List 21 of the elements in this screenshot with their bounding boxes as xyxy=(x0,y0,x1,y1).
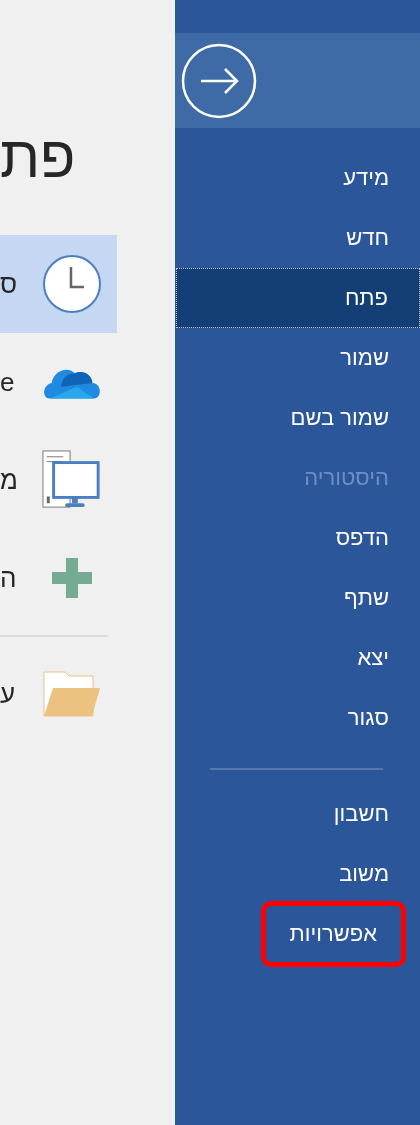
page-title: פת xyxy=(0,128,76,186)
menu-item[interactable]: חדש xyxy=(329,209,406,267)
clock-icon xyxy=(42,254,102,314)
menu-item[interactable]: יצא xyxy=(340,629,406,687)
plus-icon xyxy=(52,558,92,598)
computer-icon xyxy=(42,449,102,511)
folder-icon xyxy=(43,670,101,718)
menu-item[interactable]: אפשרויות xyxy=(260,901,406,967)
menu-item[interactable]: מידע xyxy=(326,149,406,207)
menu-item[interactable]: סגור xyxy=(330,689,406,747)
location-item[interactable]: ה xyxy=(0,529,117,627)
location-item[interactable]: מ xyxy=(0,431,117,529)
menu-item[interactable]: שמור בשם xyxy=(273,389,406,447)
location-item[interactable]: ע xyxy=(0,645,117,743)
menu-item[interactable]: שתף xyxy=(327,569,406,627)
location-item[interactable]: e xyxy=(0,333,117,431)
menu-item[interactable]: הדפס xyxy=(318,509,406,567)
menu-item[interactable]: חשבון xyxy=(316,785,406,843)
menu-item[interactable]: משוב xyxy=(322,845,406,903)
menu-item[interactable]: שמור xyxy=(323,329,406,387)
location-item[interactable]: ס xyxy=(0,235,117,333)
